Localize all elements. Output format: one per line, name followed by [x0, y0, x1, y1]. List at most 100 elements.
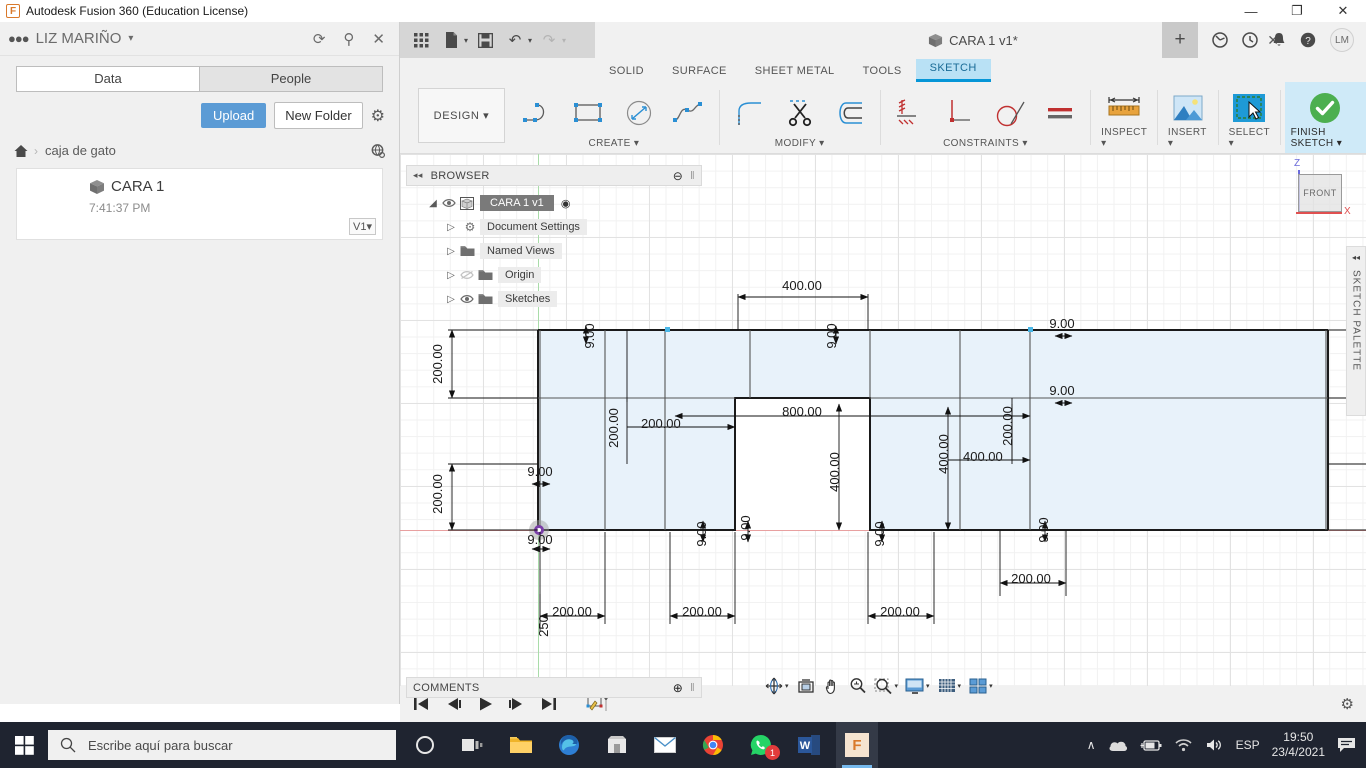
chevron-down-icon[interactable]: ▾	[926, 682, 930, 690]
viewports-icon[interactable]	[966, 675, 990, 697]
display-settings-icon[interactable]	[903, 675, 927, 697]
new-tab-button[interactable]: +	[1162, 22, 1198, 58]
edge-icon[interactable]	[548, 722, 590, 768]
expand-arrow-icon[interactable]: ▷	[442, 270, 460, 281]
activate-radio-icon[interactable]: ◉	[561, 197, 571, 210]
wifi-icon[interactable]	[1174, 738, 1193, 752]
ribbon-group-constraints-label[interactable]: CONSTRAINTS ▾	[943, 138, 1028, 153]
ribbon-group-select-label[interactable]: SELECT ▾	[1229, 127, 1270, 153]
refresh-icon[interactable]: ⟳	[313, 30, 326, 48]
sketch-canvas[interactable]: 400.00 200.00 9.00 9.00 9.00 200.00 9.00…	[400, 154, 1366, 704]
chevron-down-icon[interactable]: ▾	[128, 33, 133, 44]
ribbon-group-modify-label[interactable]: MODIFY ▾	[775, 138, 825, 153]
chevron-down-icon[interactable]: ▾	[958, 682, 962, 690]
home-icon[interactable]	[14, 144, 28, 157]
chevron-down-icon[interactable]: ▾	[528, 36, 532, 45]
store-icon[interactable]	[596, 722, 638, 768]
avatar[interactable]: LM	[1330, 28, 1354, 52]
horizontal-vertical-constraint-icon[interactable]	[890, 94, 930, 132]
redo-icon[interactable]: ↷	[536, 27, 562, 53]
upload-button[interactable]: Upload	[200, 103, 267, 128]
tab-sheet-metal[interactable]: SHEET METAL	[741, 62, 849, 82]
expand-arrow-icon[interactable]: ▷	[442, 294, 460, 305]
grid-snap-icon[interactable]	[935, 675, 959, 697]
maximize-button[interactable]: ❐	[1274, 0, 1320, 22]
chevron-down-icon[interactable]: ▾	[895, 682, 899, 690]
word-icon[interactable]: W	[788, 722, 830, 768]
breadcrumb-folder[interactable]: caja de gato	[45, 143, 116, 158]
pan-hand-icon[interactable]	[820, 675, 844, 697]
line-tool-icon[interactable]	[519, 94, 559, 132]
tab-data[interactable]: Data	[16, 66, 199, 92]
finish-sketch-check-icon[interactable]	[1305, 89, 1345, 127]
timeline-settings-gear-icon[interactable]: ⚙	[1341, 695, 1354, 713]
cortana-icon[interactable]	[404, 722, 446, 768]
workspace-selector[interactable]: DESIGN ▾	[418, 88, 505, 143]
view-cube-front-face[interactable]: FRONT	[1298, 174, 1342, 212]
chrome-icon[interactable]	[692, 722, 734, 768]
chevron-down-icon[interactable]: ▾	[785, 682, 789, 690]
visibility-eye-icon[interactable]	[460, 294, 478, 304]
browser-item-origin[interactable]: ▷ Origin	[406, 263, 702, 287]
sketch-palette-tab[interactable]: ◂◂ SKETCH PALETTE	[1346, 246, 1366, 416]
look-at-icon[interactable]	[794, 675, 818, 697]
skip-to-end-icon[interactable]	[540, 696, 558, 712]
task-view-icon[interactable]	[452, 722, 494, 768]
close-panel-icon[interactable]: ✕	[372, 30, 385, 48]
cloud-icon[interactable]	[1108, 739, 1128, 752]
search-icon[interactable]: ⚲	[343, 30, 354, 48]
ribbon-group-inspect-label[interactable]: INSPECT ▾	[1101, 127, 1147, 153]
tray-chevron-icon[interactable]: ∧	[1087, 738, 1096, 752]
minimize-icon[interactable]: ⊖	[673, 169, 683, 183]
ribbon-group-create-label[interactable]: CREATE ▾	[588, 138, 639, 153]
grip-icon[interactable]: ‖	[690, 170, 695, 182]
tab-people[interactable]: People	[199, 66, 383, 92]
rectangle-tool-icon[interactable]	[569, 94, 609, 132]
fusion360-icon[interactable]: F	[836, 722, 878, 768]
gear-icon[interactable]: ⚙	[371, 106, 385, 126]
visibility-eye-off-icon[interactable]	[460, 270, 478, 280]
grid-icon[interactable]	[408, 27, 434, 53]
expand-arrow-icon[interactable]: ▷	[442, 246, 460, 257]
expand-arrow-icon[interactable]: ▷	[442, 222, 460, 233]
ribbon-group-finish-sketch-label[interactable]: FINISH SKETCH ▾	[1291, 127, 1360, 153]
volume-icon[interactable]	[1205, 738, 1224, 752]
mail-icon[interactable]	[644, 722, 686, 768]
new-file-icon[interactable]	[438, 27, 464, 53]
select-cursor-icon[interactable]	[1229, 89, 1269, 127]
tab-sketch[interactable]: SKETCH	[915, 59, 991, 82]
ribbon-group-finish-sketch[interactable]: FINISH SKETCH ▾	[1284, 82, 1366, 153]
browser-item-cara-1[interactable]: ◢ CARA 1 v1 ◉	[406, 191, 702, 215]
equal-constraint-icon[interactable]	[1040, 94, 1080, 132]
fillet-tool-icon[interactable]	[730, 94, 770, 132]
tangent-constraint-icon[interactable]	[990, 94, 1030, 132]
offset-tool-icon[interactable]	[830, 94, 870, 132]
save-icon[interactable]	[472, 27, 498, 53]
circle-tool-icon[interactable]	[619, 94, 659, 132]
recent-icon[interactable]	[1242, 32, 1258, 48]
perpendicular-constraint-icon[interactable]	[940, 94, 980, 132]
new-folder-button[interactable]: New Folder	[274, 102, 363, 129]
collapse-icon[interactable]: ◂◂	[413, 170, 423, 181]
search-input[interactable]: Escribe aquí para buscar	[48, 730, 396, 760]
file-card[interactable]: CARA 1 7:41:37 PM V1▾	[16, 168, 383, 240]
expand-arrow-icon[interactable]: ◢	[424, 198, 442, 209]
grip-icon[interactable]: ‖	[690, 682, 695, 694]
extensions-icon[interactable]	[1212, 32, 1228, 48]
chevron-down-icon[interactable]: ▾	[562, 36, 566, 45]
notifications-icon[interactable]	[1337, 737, 1356, 753]
comments-panel[interactable]: COMMENTS ⊕ ‖	[406, 677, 702, 698]
trim-scissors-icon[interactable]	[780, 94, 820, 132]
browser-item-sketches[interactable]: ▷ Sketches	[406, 287, 702, 311]
insert-image-icon[interactable]	[1168, 89, 1208, 127]
battery-icon[interactable]	[1140, 739, 1162, 752]
clock[interactable]: 19:50 23/4/2021	[1272, 730, 1325, 760]
orbit-icon[interactable]	[762, 675, 786, 697]
windows-start-icon[interactable]	[0, 722, 48, 768]
view-cube[interactable]: Z FRONT X	[1284, 158, 1351, 226]
browser-item-document-settings[interactable]: ▷ ⚙ Document Settings	[406, 215, 702, 239]
chevron-down-icon[interactable]: ▾	[464, 36, 468, 45]
visibility-eye-icon[interactable]	[442, 198, 460, 208]
ribbon-group-insert-label[interactable]: INSERT ▾	[1168, 127, 1208, 153]
play-icon[interactable]	[476, 696, 494, 712]
